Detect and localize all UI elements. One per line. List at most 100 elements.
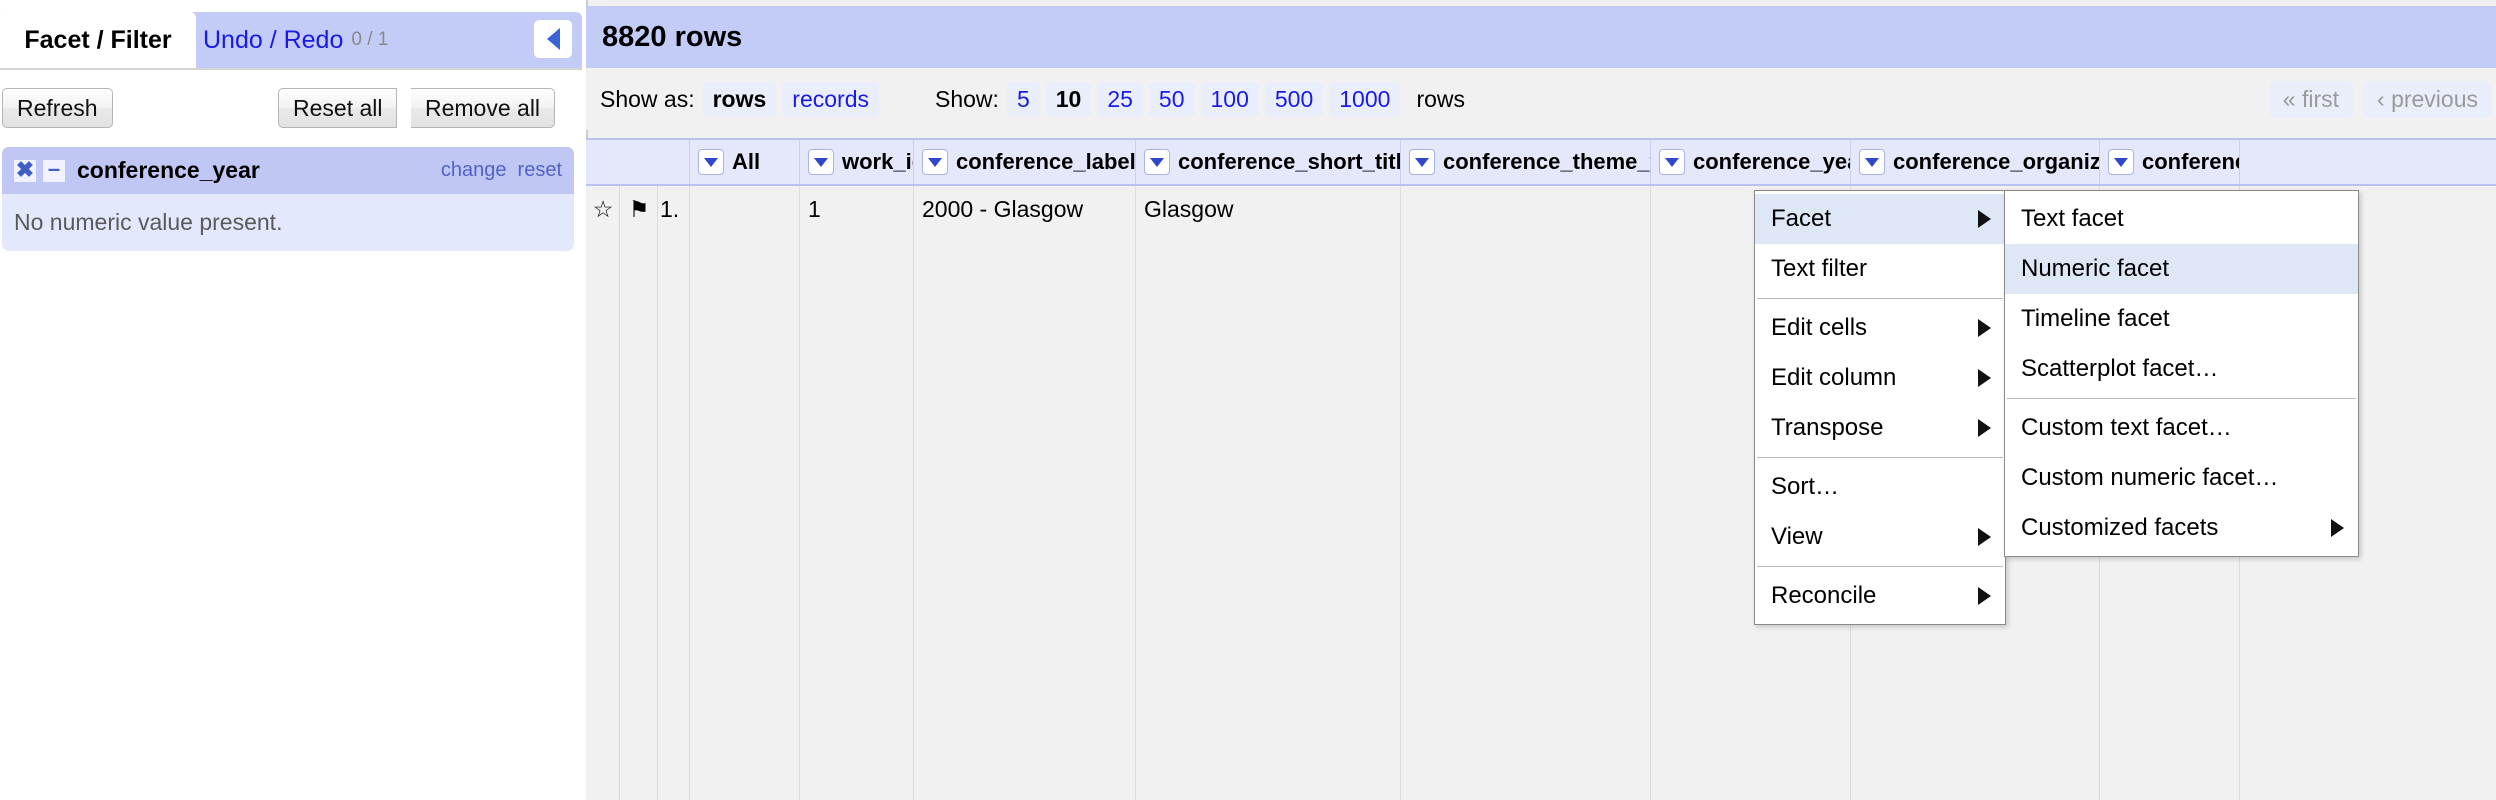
show-50-option[interactable]: 50 xyxy=(1149,82,1195,117)
show-as-label: Show as: xyxy=(600,86,695,113)
chevron-right-icon xyxy=(1978,528,1991,546)
row-count-header: 8820 rows xyxy=(586,6,2496,68)
menu-item-reconcile[interactable]: Reconcile xyxy=(1755,571,2005,621)
cell-work-id[interactable]: 1 xyxy=(800,186,914,232)
cell-conference-theme-title[interactable] xyxy=(1401,186,1651,232)
refresh-button[interactable]: Refresh xyxy=(2,88,113,128)
show-as-rows-option[interactable]: rows xyxy=(703,82,777,117)
menu-item-timeline-facet[interactable]: Timeline facet xyxy=(2005,294,2358,344)
grid-header-row: All work_id conference_label conference_… xyxy=(586,138,2496,186)
collapse-sidebar-button[interactable] xyxy=(534,20,572,58)
grid-column-index xyxy=(658,186,690,800)
menu-item-view-label: View xyxy=(1771,523,1823,551)
menu-item-sort[interactable]: Sort… xyxy=(1755,462,2005,512)
star-icon[interactable]: ☆ xyxy=(586,186,620,232)
menu-item-custom-numeric-facet[interactable]: Custom numeric facet… xyxy=(2005,453,2358,503)
facet-toolbar: Refresh Reset all Remove all xyxy=(0,80,582,132)
chevron-down-icon[interactable] xyxy=(922,149,948,175)
grid-column-conference-short-title xyxy=(1136,186,1401,800)
tab-facet-filter[interactable]: Facet / Filter xyxy=(0,12,196,68)
menu-item-numeric-facet-label: Numeric facet xyxy=(2021,255,2169,283)
first-page-button[interactable]: « first xyxy=(2269,81,2353,118)
tab-facet-filter-label: Facet / Filter xyxy=(24,26,171,55)
flag-icon[interactable]: ⚑ xyxy=(620,186,658,232)
chevron-down-icon[interactable] xyxy=(808,149,834,175)
menu-item-custom-numeric-facet-label: Custom numeric facet… xyxy=(2021,464,2278,492)
menu-item-scatterplot-facet[interactable]: Scatterplot facet… xyxy=(2005,344,2358,394)
show-25-option[interactable]: 25 xyxy=(1097,82,1143,117)
tab-undo-redo[interactable]: Undo / Redo 0 / 1 xyxy=(203,12,388,68)
column-header-work-id[interactable]: work_id xyxy=(800,140,914,184)
grid-column-conference-theme-title xyxy=(1401,186,1651,800)
column-header-conference-label[interactable]: conference_label xyxy=(914,140,1136,184)
menu-item-edit-column-label: Edit column xyxy=(1771,364,1896,392)
menu-item-text-filter[interactable]: Text filter xyxy=(1755,244,2005,294)
cell-conference-label[interactable]: 2000 - Glasgow xyxy=(914,186,1136,232)
chevron-left-icon xyxy=(547,28,560,50)
column-header-conference-se[interactable]: conference_se xyxy=(2100,140,2240,184)
chevron-right-icon xyxy=(1978,369,1991,387)
facet-body-message: No numeric value present. xyxy=(2,194,574,251)
menu-item-custom-text-facet[interactable]: Custom text facet… xyxy=(2005,403,2358,453)
chevron-down-icon[interactable] xyxy=(2108,149,2134,175)
chevron-down-icon[interactable] xyxy=(1859,149,1885,175)
chevron-down-icon[interactable] xyxy=(1144,149,1170,175)
facet-card-header: ✖ – conference_year change reset xyxy=(2,147,574,194)
show-100-option[interactable]: 100 xyxy=(1201,82,1259,117)
column-header-conference-short-title[interactable]: conference_short_title xyxy=(1136,140,1401,184)
show-1000-option[interactable]: 1000 xyxy=(1329,82,1400,117)
facet-submenu: Text facet Numeric facet Timeline facet … xyxy=(2004,190,2359,557)
chevron-down-icon[interactable] xyxy=(698,149,724,175)
menu-divider xyxy=(1757,566,2003,567)
show-5-option[interactable]: 5 xyxy=(1007,82,1040,117)
column-header-conference-year[interactable]: conference_year xyxy=(1651,140,1851,184)
menu-item-facet[interactable]: Facet xyxy=(1755,194,2005,244)
column-header-conference-theme-title[interactable]: conference_theme_title xyxy=(1401,140,1651,184)
grid-column-all xyxy=(690,186,800,800)
chevron-right-icon xyxy=(1978,419,1991,437)
column-header-all[interactable]: All xyxy=(690,140,800,184)
column-header-star xyxy=(586,140,620,184)
menu-item-transpose-label: Transpose xyxy=(1771,414,1884,442)
previous-page-button[interactable]: ‹ previous xyxy=(2363,81,2492,118)
chevron-down-icon[interactable] xyxy=(1659,149,1685,175)
menu-item-edit-column[interactable]: Edit column xyxy=(1755,353,2005,403)
chevron-down-icon[interactable] xyxy=(1409,149,1435,175)
column-dropdown-menu: Facet Text filter Edit cells Edit column… xyxy=(1754,190,2006,625)
undo-redo-count: 0 / 1 xyxy=(351,29,388,51)
grid-column-conference-label xyxy=(914,186,1136,800)
facet-card-conference-year: ✖ – conference_year change reset No nume… xyxy=(2,147,574,251)
cell-conference-short-title[interactable]: Glasgow xyxy=(1136,186,1401,232)
facet-header-links: change reset xyxy=(441,159,562,182)
column-header-conference-se-label: conference_se xyxy=(2142,149,2240,175)
column-header-conference-theme-title-label: conference_theme_title xyxy=(1443,149,1651,175)
facet-reset-link[interactable]: reset xyxy=(518,159,562,182)
grid-column-star xyxy=(586,186,620,800)
menu-item-facet-label: Facet xyxy=(1771,205,1831,233)
menu-item-customized-facets-label: Customized facets xyxy=(2021,514,2218,542)
minimize-icon[interactable]: – xyxy=(43,160,65,182)
facet-change-link[interactable]: change xyxy=(441,159,507,182)
cell-all[interactable] xyxy=(690,186,800,232)
grid-column-flag xyxy=(620,186,658,800)
column-header-all-label: All xyxy=(732,149,760,175)
column-header-conference-organizers[interactable]: conference_organizers xyxy=(1851,140,2100,184)
menu-item-transpose[interactable]: Transpose xyxy=(1755,403,2005,453)
menu-item-numeric-facet[interactable]: Numeric facet xyxy=(2005,244,2358,294)
show-10-option[interactable]: 10 xyxy=(1046,82,1092,117)
menu-item-text-facet[interactable]: Text facet xyxy=(2005,194,2358,244)
chevron-right-icon xyxy=(1978,319,1991,337)
menu-item-customized-facets[interactable]: Customized facets xyxy=(2005,503,2358,553)
close-icon[interactable]: ✖ xyxy=(14,160,36,182)
column-header-conference-label-label: conference_label xyxy=(956,149,1136,175)
show-as-records-option[interactable]: records xyxy=(782,82,879,117)
menu-item-timeline-facet-label: Timeline facet xyxy=(2021,305,2170,333)
menu-item-edit-cells[interactable]: Edit cells xyxy=(1755,303,2005,353)
show-500-option[interactable]: 500 xyxy=(1265,82,1323,117)
menu-item-text-facet-label: Text facet xyxy=(2021,205,2124,233)
remove-all-button[interactable]: Remove all xyxy=(411,88,555,128)
reset-all-button[interactable]: Reset all xyxy=(278,88,397,128)
chevron-right-icon xyxy=(1978,587,1991,605)
facet-title: conference_year xyxy=(77,157,260,184)
menu-item-view[interactable]: View xyxy=(1755,512,2005,562)
